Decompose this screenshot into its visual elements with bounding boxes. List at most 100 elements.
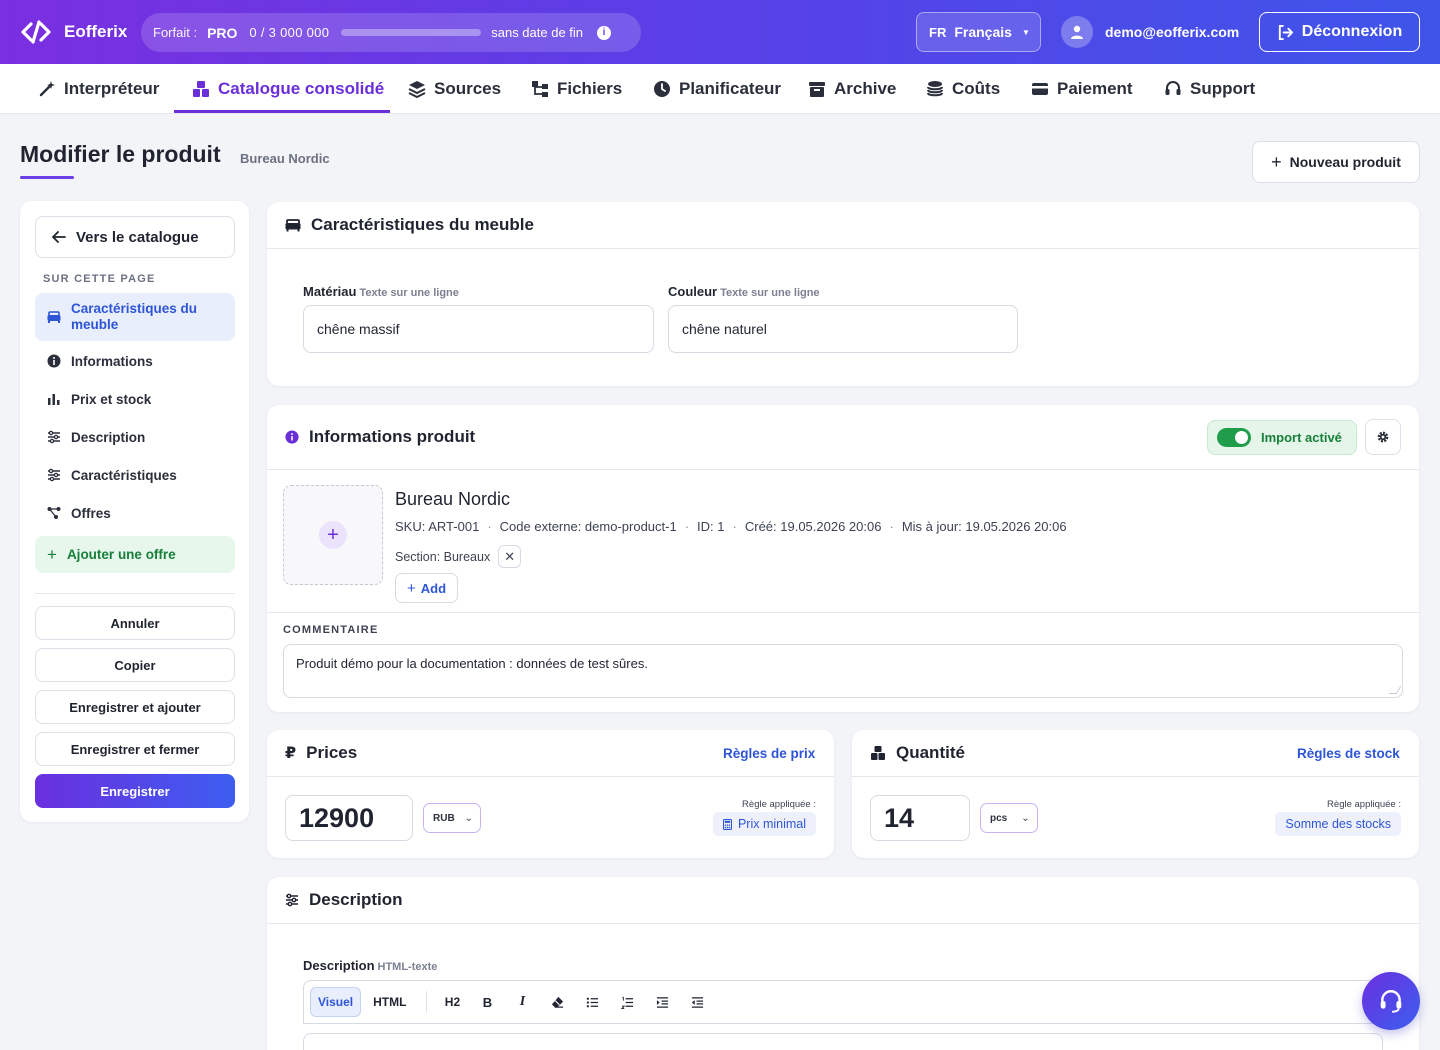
nav-item-archive[interactable]: Archive xyxy=(808,64,896,114)
archive-icon xyxy=(809,82,825,97)
save-and-add-button[interactable]: Enregistrer et ajouter xyxy=(35,690,235,724)
boxes-icon xyxy=(193,81,209,97)
section-label: Section: Bureaux xyxy=(395,549,491,564)
stock-applied-rule[interactable]: Somme des stocks xyxy=(1275,812,1401,836)
add-section-button[interactable]: + Add xyxy=(395,573,458,603)
gear-icon xyxy=(1377,431,1389,443)
nav-item-catalogue[interactable]: Catalogue consolidé xyxy=(192,64,384,114)
prices-title: Prices xyxy=(306,743,358,762)
nav-item-paiement[interactable]: Paiement xyxy=(1031,64,1133,114)
bullet-list-button[interactable] xyxy=(577,987,607,1017)
description-title: Description xyxy=(309,890,403,909)
toc-item-informations[interactable]: Informations xyxy=(35,351,235,371)
add-offer-button[interactable]: + Ajouter une offre xyxy=(35,536,235,573)
arrow-left-icon xyxy=(52,231,66,243)
quantity-input[interactable]: 14 xyxy=(870,795,970,841)
italic-button[interactable]: I xyxy=(507,987,537,1017)
bar-chart-icon xyxy=(48,394,60,405)
nav-label: Paiement xyxy=(1057,79,1133,98)
page-title: Modifier le produit xyxy=(20,141,221,167)
import-toggle[interactable]: Import activé xyxy=(1207,420,1357,455)
unit-select[interactable]: pcs ⌄ xyxy=(980,803,1038,833)
remove-section-button[interactable]: ✕ xyxy=(498,545,522,568)
editor-toolbar: Visuel HTML H2 B I xyxy=(303,980,1383,1024)
heading-h2-button[interactable]: H2 xyxy=(437,987,467,1017)
image-upload-dropzone[interactable]: + xyxy=(283,485,383,585)
language-selector[interactable]: FR Français ▼ xyxy=(916,12,1041,52)
toc-item-prix-stock[interactable]: Prix et stock xyxy=(35,389,235,409)
product-updated: Mis à jour: 19.05.2026 20:06 xyxy=(901,519,1067,534)
toc-item-description[interactable]: Description xyxy=(35,427,235,447)
quantity-card: Quantité Règles de stock 14 pcs ⌄ Règle … xyxy=(852,730,1419,858)
sidebar-divider xyxy=(35,593,235,594)
support-chat-button[interactable] xyxy=(1362,972,1420,1030)
page-sidebar: Vers le catalogue SUR CETTE PAGE Caracté… xyxy=(20,201,249,822)
numbered-list-button[interactable] xyxy=(612,987,642,1017)
toc-item-offres[interactable]: Offres xyxy=(35,503,235,523)
nav-item-planificateur[interactable]: Planificateur xyxy=(653,64,781,114)
stock-rules-link[interactable]: Règles de stock xyxy=(1297,730,1400,776)
nav-item-support[interactable]: Support xyxy=(1164,64,1255,114)
close-icon: ✕ xyxy=(504,548,516,564)
price-applied-rule[interactable]: Prix minimal xyxy=(712,812,816,836)
resize-handle-icon[interactable] xyxy=(1388,686,1402,694)
comment-textarea[interactable]: Produit démo pour la documentation : don… xyxy=(283,644,1403,698)
furniture-card: Caractéristiques du meuble Matériau Texte… xyxy=(267,202,1419,386)
currency-select[interactable]: RUB ⌄ xyxy=(423,803,481,833)
nav-label: Catalogue consolidé xyxy=(218,79,385,98)
product-info-title: Informations produit xyxy=(309,427,476,446)
user-avatar-icon xyxy=(1061,16,1093,48)
toc-title: SUR CETTE PAGE xyxy=(43,273,156,285)
user-email: demo@eofferix.com xyxy=(1105,24,1240,40)
info-icon[interactable]: i xyxy=(597,25,612,40)
nav-label: Support xyxy=(1190,79,1256,98)
cancel-button[interactable]: Annuler xyxy=(35,606,235,640)
price-rules-link[interactable]: Règles de prix xyxy=(723,730,815,776)
settings-button[interactable] xyxy=(1365,419,1401,455)
indent-button[interactable] xyxy=(647,987,677,1017)
headset-icon xyxy=(1165,81,1181,95)
outdent-icon xyxy=(691,996,704,1008)
back-to-catalog-button[interactable]: Vers le catalogue xyxy=(35,216,235,258)
copy-button[interactable]: Copier xyxy=(35,648,235,682)
visual-mode-tab[interactable]: Visuel xyxy=(310,987,362,1017)
description-editor[interactable] xyxy=(303,1033,1383,1050)
color-hint: Texte sur une ligne xyxy=(720,287,820,299)
nav-item-interpreteur[interactable]: Interpréteur xyxy=(38,64,159,114)
import-switch[interactable] xyxy=(1217,428,1251,447)
import-label: Import activé xyxy=(1261,430,1342,445)
logout-icon xyxy=(1278,24,1293,40)
price-input[interactable]: 12900 xyxy=(285,795,413,841)
nav-item-fichiers[interactable]: Fichiers xyxy=(531,64,622,114)
toc-item-caracteristiques-meuble[interactable]: Caractéristiques du meuble xyxy=(35,293,235,341)
nav-item-sources[interactable]: Sources xyxy=(408,64,501,114)
top-bar: Eofferix Forfait : PRO 0 / 3 000 000 san… xyxy=(0,0,1440,64)
logout-button[interactable]: Déconnexion xyxy=(1259,12,1420,52)
nav-active-indicator xyxy=(174,110,390,113)
info-circle-icon xyxy=(47,354,61,368)
price-rule-name: Prix minimal xyxy=(737,817,806,831)
outdent-button[interactable] xyxy=(682,987,712,1017)
currency-value: RUB xyxy=(433,812,455,824)
app-logo[interactable]: Eofferix xyxy=(20,18,127,46)
stock-rule-name: Somme des stocks xyxy=(1285,817,1391,831)
bold-button[interactable]: B xyxy=(472,987,502,1017)
toc-item-caracteristiques[interactable]: Caractéristiques xyxy=(35,465,235,485)
save-button[interactable]: Enregistrer xyxy=(35,774,235,808)
nav-item-couts[interactable]: Coûts xyxy=(926,64,1000,114)
caret-down-icon: ▼ xyxy=(1021,27,1030,37)
product-meta: SKU: ART-001 · Code externe: demo-product-… xyxy=(395,519,1067,534)
product-id: ID: 1 xyxy=(697,519,725,534)
new-product-button[interactable]: + Nouveau produit xyxy=(1252,141,1420,183)
numbered-list-icon xyxy=(620,996,634,1009)
material-input[interactable]: chêne massif xyxy=(303,305,654,353)
calculator-icon xyxy=(722,818,732,830)
save-and-close-button[interactable]: Enregistrer et fermer xyxy=(35,732,235,766)
color-input[interactable]: chêne naturel xyxy=(668,305,1018,353)
toc-label: Caractéristiques du meuble xyxy=(71,301,198,332)
user-menu[interactable]: demo@eofferix.com xyxy=(1061,16,1239,48)
price-applied-label: Règle appliquée : xyxy=(742,799,816,810)
magic-wand-icon xyxy=(39,81,55,97)
html-mode-tab[interactable]: HTML xyxy=(366,987,413,1017)
eraser-button[interactable] xyxy=(542,987,572,1017)
